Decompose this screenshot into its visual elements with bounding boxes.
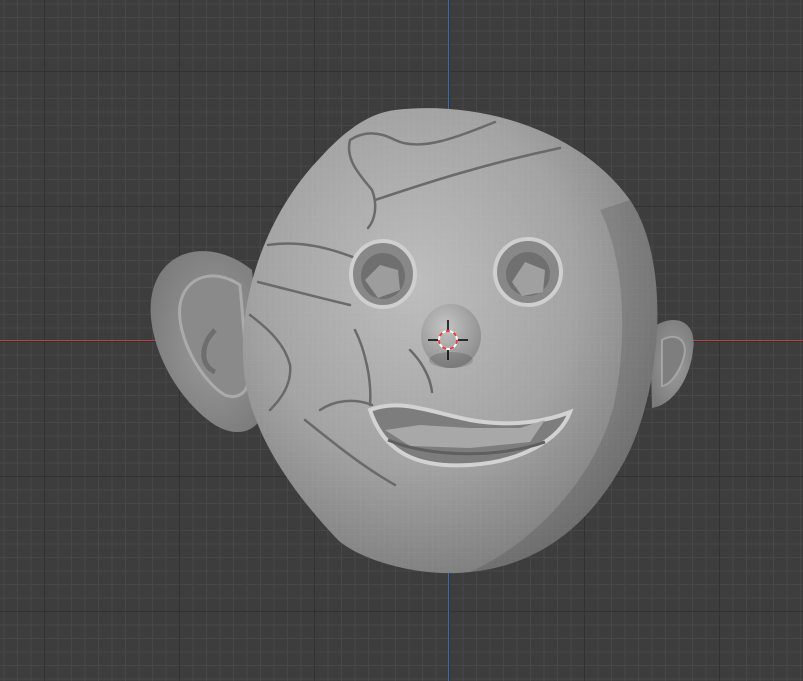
nose bbox=[421, 304, 481, 368]
3d-viewport[interactable] bbox=[0, 0, 803, 681]
sculpted-head-model[interactable] bbox=[0, 0, 803, 681]
left-eye-socket bbox=[349, 239, 417, 309]
right-eye-socket bbox=[493, 237, 563, 307]
